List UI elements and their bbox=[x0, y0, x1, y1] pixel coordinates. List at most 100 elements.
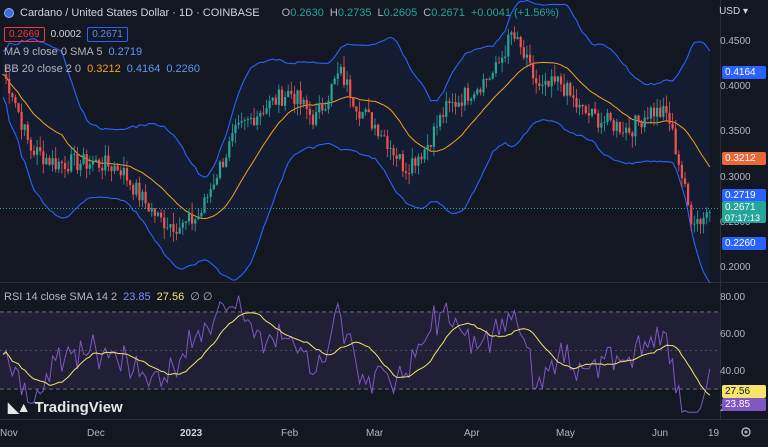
candle-body bbox=[519, 37, 522, 48]
ma-legend[interactable]: MA 9 close 0 SMA 5 0.2719 bbox=[4, 46, 142, 58]
candle-body bbox=[287, 90, 290, 98]
candle-body bbox=[482, 79, 485, 93]
candle-body bbox=[284, 97, 287, 106]
sell-button[interactable]: 0.2669 bbox=[4, 27, 45, 42]
candle-body bbox=[609, 112, 612, 121]
candle-body bbox=[401, 154, 404, 172]
candle-body bbox=[439, 115, 442, 127]
candle-body bbox=[507, 34, 510, 57]
candle-body bbox=[479, 89, 482, 93]
candle-body bbox=[36, 147, 39, 155]
candle-body bbox=[225, 157, 228, 167]
candle-body bbox=[163, 217, 166, 229]
candle-body bbox=[215, 178, 218, 185]
candle-body bbox=[618, 121, 621, 133]
rsi-tick: 80.00 bbox=[720, 292, 746, 303]
symbol-legend[interactable]: Cardano / United States Dollar · 1D · CO… bbox=[4, 7, 559, 19]
candle-body bbox=[435, 126, 439, 128]
candle-body bbox=[510, 32, 513, 35]
gear-icon[interactable] bbox=[740, 426, 752, 438]
candle-body bbox=[541, 84, 544, 86]
candle-body bbox=[361, 112, 364, 119]
price-tick: 0.3000 bbox=[720, 172, 751, 183]
candle-body bbox=[88, 164, 91, 169]
candle-body bbox=[584, 106, 587, 114]
candle-body bbox=[70, 154, 73, 172]
candle-body bbox=[625, 127, 628, 133]
rsi-legend[interactable]: RSI 14 close SMA 14 2 23.85 27.56 ∅ ∅ bbox=[4, 290, 212, 304]
candle-body bbox=[249, 117, 253, 120]
candle-body bbox=[175, 231, 178, 234]
candle-body bbox=[346, 79, 349, 85]
candle-body bbox=[256, 116, 259, 126]
candle-body bbox=[308, 108, 311, 115]
buy-button[interactable]: 0.2671 bbox=[87, 27, 128, 42]
candle-body bbox=[26, 124, 29, 140]
candle-body bbox=[705, 212, 708, 218]
rsi-value: 23.85 bbox=[123, 290, 151, 303]
candle-body bbox=[649, 107, 652, 119]
bb-basis: 0.3212 bbox=[87, 63, 121, 75]
candle-body bbox=[212, 184, 215, 190]
candle-body bbox=[178, 227, 181, 234]
price-tick: 0.2000 bbox=[720, 262, 751, 273]
candle-body bbox=[321, 104, 324, 111]
time-tick: Feb bbox=[281, 428, 299, 439]
candle-body bbox=[473, 94, 476, 99]
candle-body bbox=[184, 221, 187, 223]
candle-body bbox=[135, 182, 138, 195]
candle-body bbox=[352, 97, 355, 107]
time-tick: Jun bbox=[652, 428, 669, 439]
candle-body bbox=[389, 148, 392, 150]
symbol-title[interactable]: Cardano / United States Dollar · 1D · CO… bbox=[20, 7, 260, 19]
candle-body bbox=[20, 111, 23, 130]
candle-body bbox=[532, 62, 535, 79]
candle-body bbox=[160, 212, 163, 218]
candle-body bbox=[187, 213, 191, 222]
candle-body bbox=[454, 101, 457, 107]
candle-body bbox=[231, 132, 234, 142]
trade-buttons: 0.2669 0.0002 0.2671 bbox=[4, 27, 128, 42]
candle-body bbox=[153, 208, 156, 216]
candle-body bbox=[79, 163, 82, 171]
candle-body bbox=[293, 93, 296, 105]
candle-body bbox=[138, 182, 141, 201]
candle-body bbox=[621, 132, 625, 134]
candle-body bbox=[373, 124, 377, 129]
candle-body bbox=[94, 159, 98, 162]
bb-lower: 0.2260 bbox=[166, 63, 201, 75]
candle-body bbox=[91, 161, 94, 165]
candle-body bbox=[253, 117, 256, 126]
candle-body bbox=[628, 127, 631, 133]
candle-body bbox=[640, 121, 643, 128]
candle-body bbox=[538, 83, 541, 86]
candle-body bbox=[383, 135, 386, 137]
candle-body bbox=[491, 73, 494, 79]
candle-body bbox=[315, 112, 318, 125]
candle-body bbox=[200, 212, 203, 217]
candle-body bbox=[144, 191, 147, 204]
candle-body bbox=[594, 108, 597, 114]
bb-name: BB 20 close 2 0 bbox=[4, 63, 82, 75]
candle-body bbox=[662, 106, 665, 117]
tradingview-watermark: ◣▲ TradingView bbox=[8, 399, 123, 416]
rsi-tick: 40.00 bbox=[720, 366, 746, 377]
candle-body bbox=[98, 159, 101, 168]
bb-upper-tag: 0.4164 bbox=[722, 66, 766, 79]
bb-legend[interactable]: BB 20 close 2 0 0.3212 0.4164 0.2260 bbox=[4, 63, 200, 75]
bar-countdown: 07:17:13 bbox=[725, 213, 761, 223]
spread-value: 0.0002 bbox=[50, 29, 82, 40]
last-price-tag: 0.2671 07:17:13 bbox=[722, 201, 766, 223]
candle-body bbox=[11, 93, 14, 98]
price-tick: 0.4500 bbox=[720, 36, 751, 47]
candle-body bbox=[63, 163, 67, 169]
candle-body bbox=[23, 124, 26, 130]
candle-body bbox=[39, 147, 42, 152]
candle-body bbox=[646, 117, 649, 119]
candle-body bbox=[615, 121, 618, 131]
candle-body bbox=[643, 117, 646, 128]
candle-body bbox=[129, 180, 132, 185]
time-tick: May bbox=[556, 428, 575, 439]
currency-selector[interactable]: USD ▾ bbox=[719, 6, 748, 17]
candle-body bbox=[656, 107, 659, 117]
